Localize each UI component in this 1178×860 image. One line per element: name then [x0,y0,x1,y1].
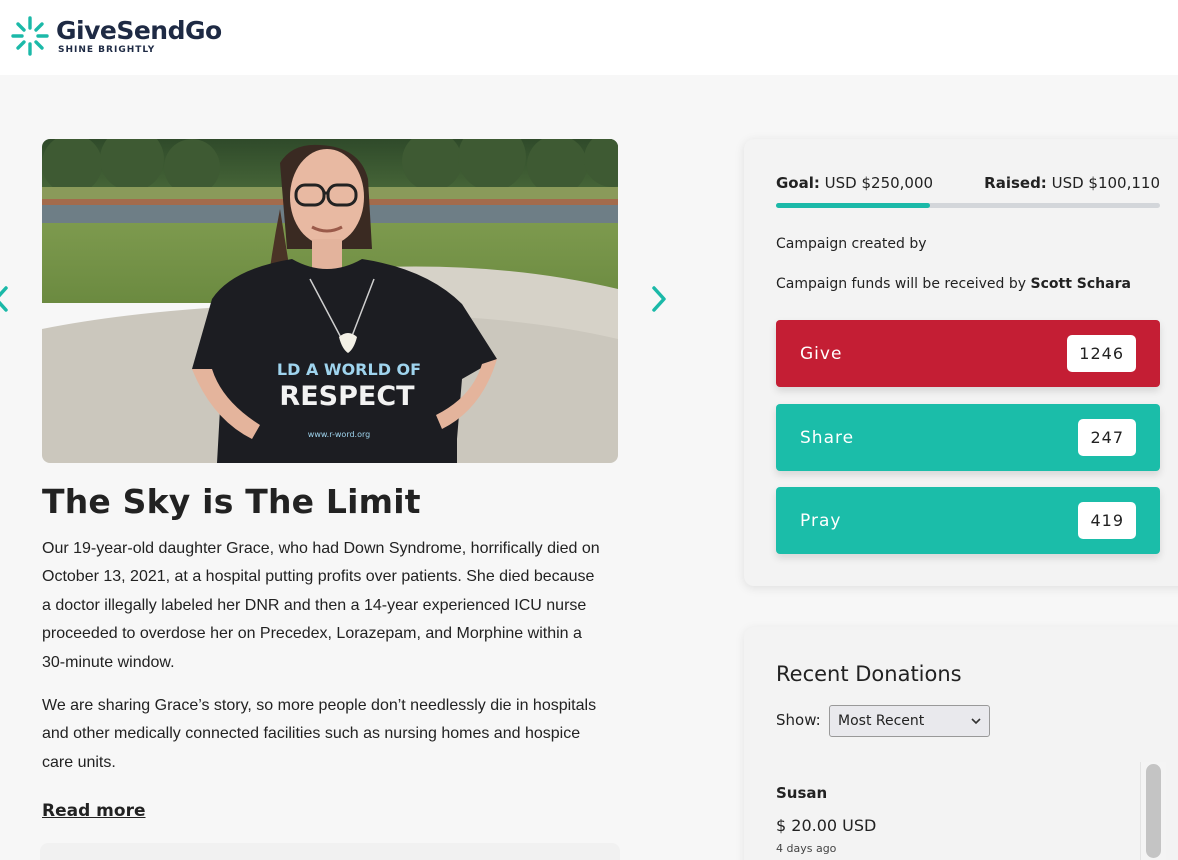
brand-name: GiveSendGo [56,16,222,45]
next-section-card [40,843,620,860]
goal-value: USD $250,000 [824,174,934,192]
chevron-down-icon [971,718,981,725]
pray-count: 419 [1078,502,1136,539]
brand-tagline: SHINE BRIGHTLY [58,45,156,55]
share-label: Share [800,427,855,448]
raised-value: USD $100,110 [1051,174,1160,192]
shirt-text-2: RESPECT [279,381,415,412]
sort-selected-value: Most Recent [838,713,925,729]
show-label: Show: [776,711,821,729]
campaign-description-1: Our 19-year-old daughter Grace, who had … [42,540,600,671]
recipient-name: Scott Schara [1030,276,1131,292]
shirt-url: www.r-word.org [308,430,370,439]
give-label: Give [800,343,843,364]
campaign-created-by: Campaign created by [776,236,927,252]
raised-amount: Raised: USD $100,110 [984,174,1160,192]
recent-donations-title: Recent Donations [776,662,962,686]
pray-button[interactable]: Pray 419 [776,487,1160,554]
progress-fill [776,203,930,208]
sunburst-logo-icon [11,16,49,56]
share-count: 247 [1078,419,1136,456]
site-header: GiveSendGo SHINE BRIGHTLY [0,0,1178,75]
donations-scrollbar-thumb[interactable] [1146,764,1161,858]
campaign-title: The Sky is The Limit [42,482,421,521]
donation-amount: $ 20.00 USD [776,816,877,835]
funds-text: Campaign funds will be received by [776,276,1027,292]
donor-name: Susan [776,784,828,802]
goal-label: Goal: [776,174,820,192]
campaign-description-2: We are sharing Grace’s story, so more pe… [42,697,597,771]
funds-recipient: Campaign funds will be received by Scott… [776,276,1131,292]
campaign-photo: LD A WORLD OF RESPECT www.r-word.org [42,139,618,463]
share-button[interactable]: Share 247 [776,404,1160,471]
donation-time: 4 days ago [776,842,837,855]
goal-amount: Goal: USD $250,000 [776,174,933,192]
give-count: 1246 [1067,335,1136,372]
carousel-next-icon[interactable] [650,284,670,314]
give-button[interactable]: Give 1246 [776,320,1160,387]
progress-bar [776,203,1160,208]
raised-label: Raised: [984,174,1047,192]
givesendgo-logo[interactable]: GiveSendGo SHINE BRIGHTLY [10,14,222,58]
carousel-prev-icon[interactable] [0,284,10,314]
pray-label: Pray [800,510,842,531]
read-more-link[interactable]: Read more [42,801,146,821]
shirt-text-1: LD A WORLD OF [277,360,421,379]
sort-select[interactable]: Most Recent [829,705,990,737]
